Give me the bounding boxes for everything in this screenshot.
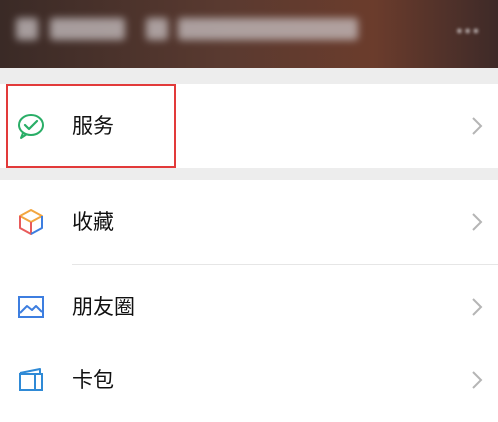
profile-header[interactable]: ••• (0, 0, 498, 68)
section-gap (0, 68, 498, 84)
menu-item-services[interactable]: 服务 (0, 84, 498, 168)
wechat-pay-icon (18, 114, 44, 139)
menu-item-label: 服务 (72, 114, 114, 138)
blurred-status-text (178, 18, 358, 40)
section-gap (0, 168, 498, 180)
blurred-avatar (16, 18, 38, 40)
menu-item-favorites[interactable]: 收藏 (0, 180, 498, 264)
chevron-right-icon (472, 213, 483, 231)
menu-item-label: 收藏 (72, 210, 114, 234)
chevron-right-icon (472, 117, 483, 135)
chevron-right-icon (472, 371, 483, 389)
menu-item-moments[interactable]: 朋友圈 (0, 265, 498, 349)
more-icon[interactable]: ••• (455, 24, 480, 40)
menu-item-label: 卡包 (72, 368, 114, 392)
moments-photo-icon (18, 296, 44, 318)
card-wallet-icon (19, 368, 43, 391)
favorites-cube-icon (19, 209, 43, 235)
blurred-profile-text (50, 18, 125, 40)
blurred-status-icon (146, 18, 168, 40)
chevron-right-icon (472, 298, 483, 316)
menu-item-card-wallet[interactable]: 卡包 (0, 338, 498, 422)
menu-item-label: 朋友圈 (72, 295, 135, 319)
